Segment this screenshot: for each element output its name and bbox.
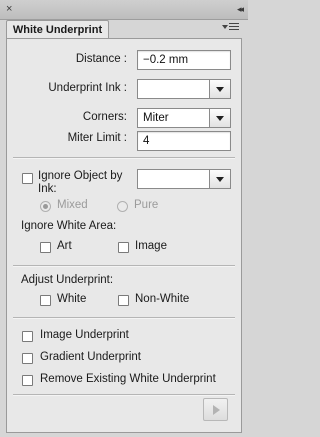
chevron-down-icon[interactable] (209, 170, 230, 188)
adjust-underprint-heading: Adjust Underprint: (21, 274, 114, 286)
remove-existing-label: Remove Existing White Underprint (40, 373, 216, 385)
corners-value: Miter (143, 112, 169, 124)
ignore-object-ink-dropdown[interactable] (137, 169, 231, 189)
ignore-object-label-line1: Ignore Object by (38, 170, 123, 182)
ignore-art-label: Art (57, 240, 72, 252)
apply-button[interactable] (203, 398, 228, 421)
underprint-ink-label: Underprint Ink : (48, 82, 127, 94)
ignore-image-checkbox[interactable] (118, 242, 129, 253)
ignore-image-label: Image (135, 240, 167, 252)
ignore-white-area-heading: Ignore White Area: (21, 220, 117, 232)
corners-dropdown[interactable]: Miter (137, 108, 231, 128)
adjust-nonwhite-checkbox[interactable] (118, 295, 129, 306)
ignore-art-checkbox[interactable] (40, 242, 51, 253)
gradient-underprint-label: Gradient Underprint (40, 351, 141, 363)
chevron-down-icon[interactable] (209, 80, 230, 98)
pure-label: Pure (134, 199, 159, 211)
miter-limit-field[interactable]: 4 (137, 131, 231, 151)
distance-field[interactable]: −0.2 mm (137, 50, 231, 70)
gradient-underprint-checkbox[interactable] (22, 353, 33, 364)
mixed-radio[interactable] (40, 201, 51, 212)
image-underprint-checkbox[interactable] (22, 331, 33, 342)
pure-radio[interactable] (117, 201, 128, 212)
miter-limit-label: Miter Limit : (67, 132, 127, 144)
section-divider (13, 265, 235, 267)
panel-menu-icon[interactable] (222, 23, 239, 32)
distance-label: Distance : (75, 53, 127, 65)
section-divider (13, 394, 235, 396)
remove-existing-checkbox[interactable] (22, 375, 33, 386)
panel-titlebar: × ◂◂ (0, 0, 248, 20)
adjust-nonwhite-label: Non-White (135, 293, 190, 305)
corners-label: Corners: (82, 111, 127, 123)
image-underprint-label: Image Underprint (40, 329, 129, 341)
underprint-ink-dropdown[interactable] (137, 79, 231, 99)
chevron-down-icon[interactable] (209, 109, 230, 127)
adjust-white-label: White (57, 293, 87, 305)
panel-content: Distance : −0.2 mm Underprint Ink : Corn… (6, 38, 242, 433)
ignore-object-checkbox[interactable] (22, 173, 33, 184)
tab-white-underprint[interactable]: White Underprint (6, 20, 109, 39)
section-divider (13, 317, 235, 319)
section-divider (13, 157, 235, 159)
ignore-object-label-line2: Ink: (38, 183, 57, 195)
close-icon[interactable]: × (6, 2, 12, 16)
mixed-label: Mixed (57, 199, 88, 211)
adjust-white-checkbox[interactable] (40, 295, 51, 306)
collapse-panel-icon[interactable]: ◂◂ (237, 2, 244, 16)
